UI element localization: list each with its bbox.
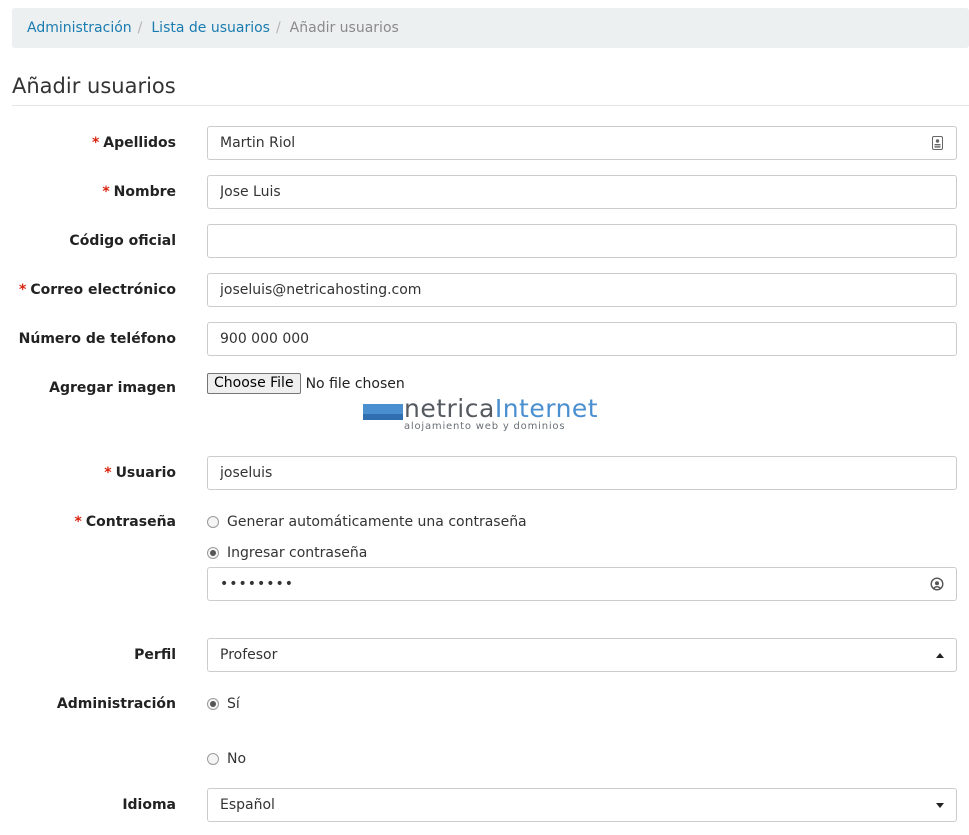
radio-password-manual[interactable]: Ingresar contraseña — [207, 545, 367, 561]
apellidos-label-text: Apellidos — [103, 135, 176, 151]
perfil-select[interactable]: Profesor — [207, 638, 957, 672]
usuario-input[interactable]: joseluis — [207, 456, 957, 490]
administracion-label: Administración — [56, 696, 176, 712]
contrasena-label: * Contraseña — [75, 514, 176, 530]
radio-password-manual-label: Ingresar contraseña — [227, 545, 368, 561]
contact-card-icon[interactable] — [930, 136, 944, 150]
required-mark: * — [18, 282, 27, 298]
nombre-label-text: Nombre — [113, 184, 176, 200]
required-mark: * — [74, 514, 82, 530]
usuario-label-text: Usuario — [115, 465, 176, 481]
idioma-value: Español — [220, 797, 275, 813]
breadcrumb-separator: / — [137, 20, 143, 36]
title-divider — [12, 105, 969, 106]
breadcrumb-link-lista-usuarios[interactable]: Lista de usuarios — [151, 20, 270, 36]
nombre-input[interactable]: Jose Luis — [207, 175, 957, 209]
password-value: •••••••• — [220, 576, 295, 592]
codigo-oficial-input[interactable] — [207, 224, 957, 258]
apellidos-value: Martin Riol — [220, 135, 296, 151]
radio-password-auto-label: Generar automáticamente una contraseña — [227, 514, 527, 530]
chevron-down-icon — [936, 802, 944, 808]
breadcrumb-link-administracion[interactable]: Administración — [27, 20, 132, 36]
email-value: joseluis@netricahosting.com — [220, 282, 422, 298]
choose-file-button[interactable]: Choose File — [207, 373, 301, 394]
logo-tagline: alojamiento web y dominios — [404, 421, 566, 432]
required-mark: * — [102, 184, 110, 200]
telefono-value: 900 000 000 — [220, 331, 310, 347]
email-field[interactable]: joseluis@netricahosting.com — [207, 273, 957, 307]
radio-button[interactable] — [207, 753, 219, 765]
chevron-up-icon — [936, 652, 944, 658]
required-mark: * — [91, 135, 100, 151]
usuario-value: joseluis — [220, 465, 273, 481]
perfil-label: Perfil — [134, 647, 176, 663]
idioma-label: Idioma — [122, 797, 176, 813]
logo-mark-shadow — [363, 414, 403, 420]
breadcrumb-current: Añadir usuarios — [289, 20, 399, 36]
breadcrumb: Administración / Lista de usuarios / Aña… — [12, 8, 969, 48]
file-input: Choose File No file chosen — [207, 373, 405, 394]
telefono-input[interactable]: 900 000 000 — [207, 322, 957, 356]
password-reveal-icon[interactable] — [930, 577, 944, 591]
radio-admin-yes-label: Sí — [227, 696, 240, 712]
logo-name-part1: netrica — [404, 394, 495, 423]
codigo-oficial-label: Código oficial — [69, 233, 176, 249]
nombre-label: * Nombre — [102, 184, 176, 200]
nombre-value: Jose Luis — [220, 184, 281, 200]
file-status: No file chosen — [305, 375, 405, 392]
password-input[interactable]: •••••••• — [207, 567, 957, 601]
imagen-label: Agregar imagen — [49, 380, 176, 396]
logo-name: netricaInternet — [404, 394, 598, 423]
page-title: Añadir usuarios — [12, 74, 176, 98]
radio-admin-yes[interactable]: Sí — [207, 696, 240, 712]
radio-button[interactable] — [207, 516, 219, 528]
correo-label: * Correo electrónico — [19, 282, 176, 298]
radio-button-checked[interactable] — [207, 698, 219, 710]
apellidos-input[interactable]: Martin Riol — [207, 126, 957, 160]
radio-password-auto[interactable]: Generar automáticamente una contraseña — [207, 514, 527, 530]
apellidos-label: * Apellidos — [92, 135, 176, 151]
contrasena-label-text: Contraseña — [85, 514, 176, 530]
netrica-logo: netricaInternet alojamiento web y domini… — [362, 394, 602, 436]
logo-name-part2: Internet — [494, 394, 599, 423]
required-mark: * — [104, 465, 112, 481]
correo-label-text: Correo electrónico — [30, 282, 176, 298]
radio-admin-no[interactable]: No — [207, 751, 246, 767]
telefono-label: Número de teléfono — [18, 331, 176, 347]
radio-admin-no-label: No — [227, 751, 247, 767]
perfil-value: Profesor — [220, 647, 278, 663]
idioma-select[interactable]: Español — [207, 788, 957, 822]
radio-button-checked[interactable] — [207, 547, 219, 559]
usuario-label: * Usuario — [104, 465, 176, 481]
breadcrumb-separator: / — [275, 20, 281, 36]
